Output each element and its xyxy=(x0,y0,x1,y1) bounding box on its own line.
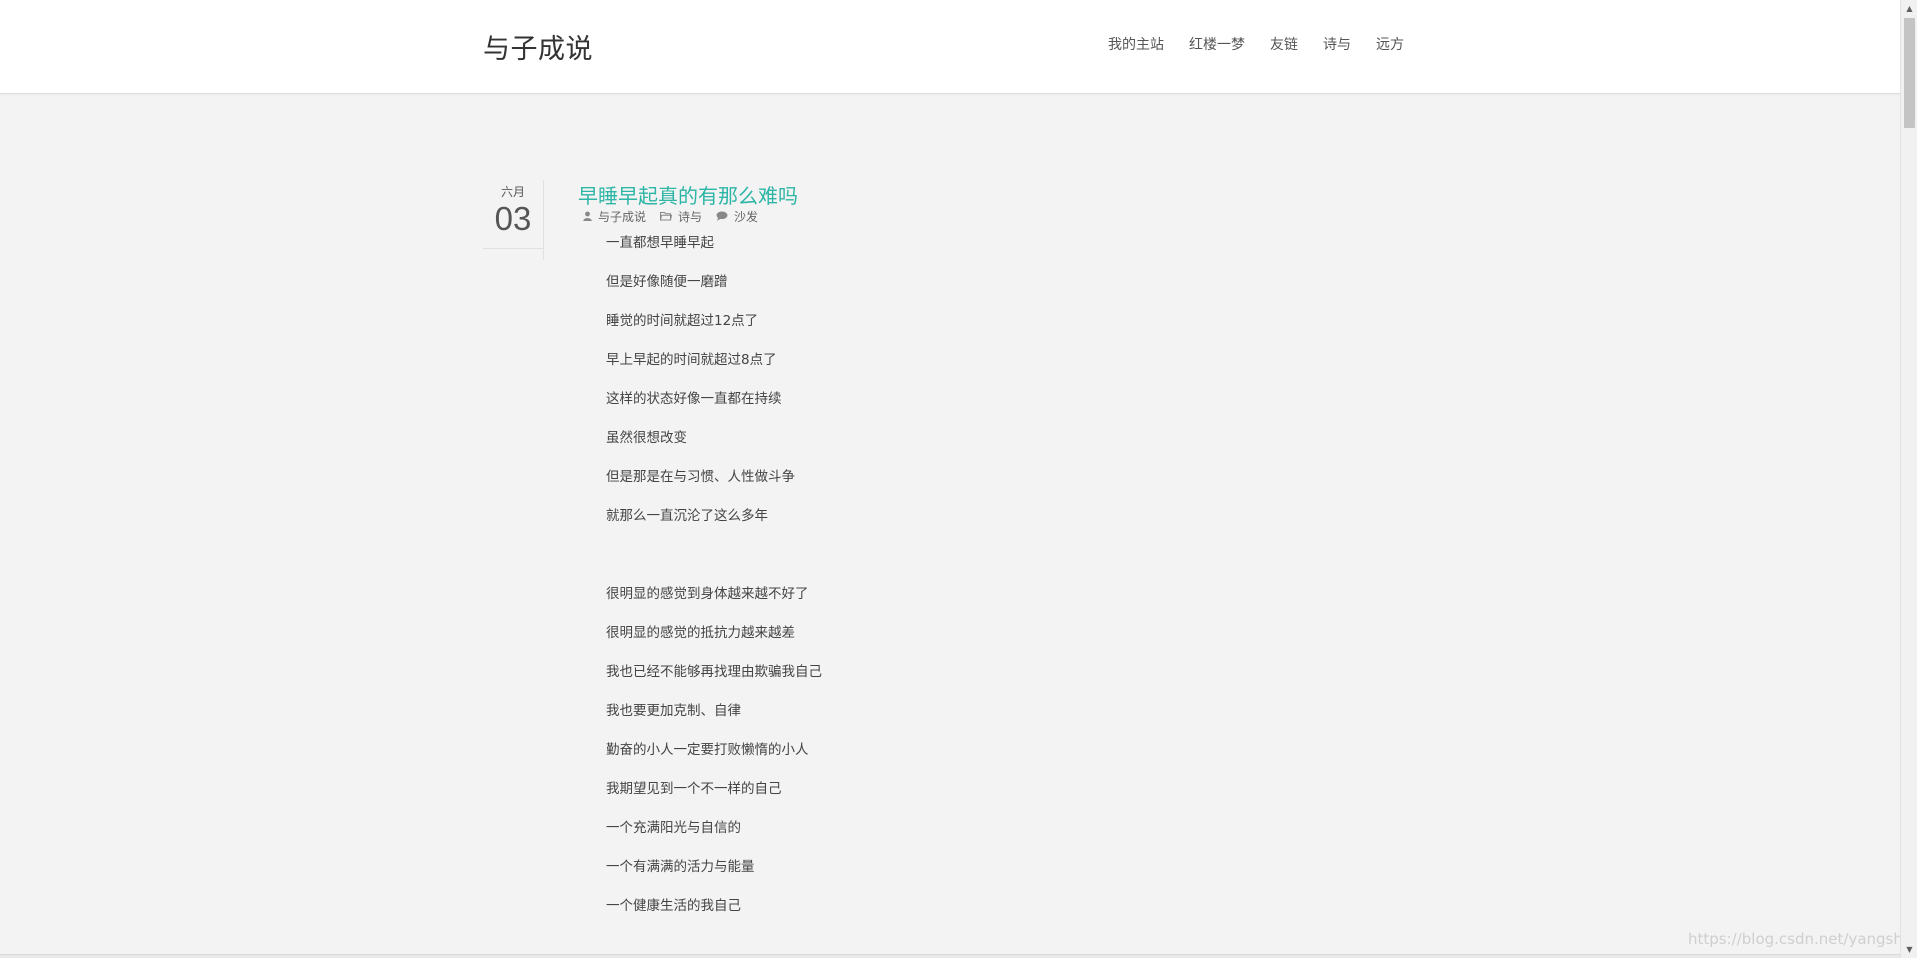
content-line: 早上早起的时间就超过8点了 xyxy=(606,352,777,368)
content-line: 一个健康生活的我自己 xyxy=(606,898,741,914)
content-line: 我期望见到一个不一样的自己 xyxy=(606,781,782,797)
post-date-month: 六月 xyxy=(500,185,525,199)
post-title[interactable]: 早睡早起真的有那么难吗 xyxy=(578,180,798,209)
nav-item-honglou[interactable]: 红楼一梦 xyxy=(1189,34,1245,54)
page: 与子成说 我的主站 红楼一梦 友链 诗与 远方 六月 03 早睡早起真的有那么难… xyxy=(0,0,1917,958)
content-line: 我也要更加克制、自律 xyxy=(606,703,741,719)
meta-author: 与子成说 xyxy=(583,208,646,225)
nav-item-poetry[interactable]: 诗与 xyxy=(1323,34,1351,54)
watermark: https://blog.csdn.net/yangshang xyxy=(1688,930,1917,948)
date-divider xyxy=(543,248,544,260)
nav-item-distance[interactable]: 远方 xyxy=(1376,34,1404,54)
nav-item-main-site[interactable]: 我的主站 xyxy=(1108,34,1164,54)
site-title[interactable]: 与子成说 xyxy=(483,27,593,66)
content-line: 就那么一直沉沦了这么多年 xyxy=(606,508,768,524)
content-line: 但是那是在与习惯、人性做斗争 xyxy=(606,469,795,485)
content-line: 一个充满阳光与自信的 xyxy=(606,820,741,836)
content-line: 睡觉的时间就超过12点了 xyxy=(606,313,759,329)
user-icon xyxy=(583,210,592,224)
scroll-down-arrow-icon[interactable]: ▼ xyxy=(1901,941,1917,958)
comment-icon xyxy=(716,210,728,224)
post-date: 六月 03 xyxy=(483,180,544,249)
content-blank-line xyxy=(606,546,1306,585)
content-line: 很明显的感觉的抵抗力越来越差 xyxy=(606,625,795,641)
post-meta: 与子成说 诗与 沙发 xyxy=(583,208,772,225)
horizontal-scrollbar-track xyxy=(0,954,1900,958)
content-line: 一个有满满的活力与能量 xyxy=(606,859,755,875)
nav-item-links[interactable]: 友链 xyxy=(1270,34,1298,54)
content-line: 但是好像随便一磨蹭 xyxy=(606,274,728,290)
meta-author-link[interactable]: 与子成说 xyxy=(598,208,646,225)
site-header: 与子成说 我的主站 红楼一梦 友链 诗与 远方 xyxy=(0,0,1900,94)
content-line: 我也已经不能够再找理由欺骗我自己 xyxy=(606,664,822,680)
folder-icon xyxy=(659,210,673,224)
post-content: 一直都想早睡早起 但是好像随便一磨蹭 睡觉的时间就超过12点了 早上早起的时间就… xyxy=(606,234,1306,936)
meta-category: 诗与 xyxy=(659,208,702,225)
meta-comments: 沙发 xyxy=(716,208,758,225)
post-date-day: 03 xyxy=(494,200,532,237)
content-line: 这样的状态好像一直都在持续 xyxy=(606,391,782,407)
content-line: 虽然很想改变 xyxy=(606,430,687,446)
content-line: 一直都想早睡早起 xyxy=(606,235,714,251)
meta-comments-link[interactable]: 沙发 xyxy=(734,208,758,225)
content-line: 很明显的感觉到身体越来越不好了 xyxy=(606,586,809,602)
scrollbar-thumb[interactable] xyxy=(1904,18,1915,128)
vertical-scrollbar[interactable]: ▲ ▼ xyxy=(1900,0,1917,958)
content-line: 勤奋的小人一定要打败懒惰的小人 xyxy=(606,742,809,758)
scroll-up-arrow-icon[interactable]: ▲ xyxy=(1901,0,1917,17)
meta-category-link[interactable]: 诗与 xyxy=(678,208,702,225)
main-nav: 我的主站 红楼一梦 友链 诗与 远方 xyxy=(1108,34,1429,54)
